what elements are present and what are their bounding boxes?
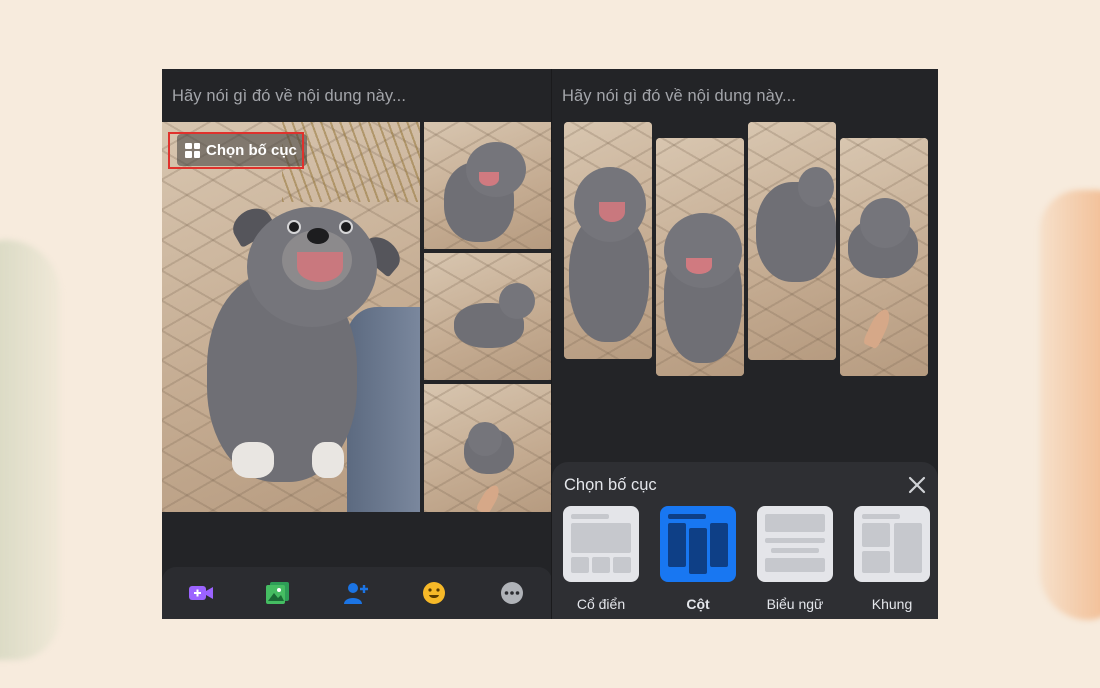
layout-option-frame[interactable]: Khung (854, 506, 930, 612)
option-label: Khung (871, 596, 913, 612)
emoji-icon[interactable] (421, 581, 447, 605)
column-photo-3[interactable] (748, 122, 836, 360)
column-photo-1[interactable] (564, 122, 652, 359)
dog-photo-3[interactable] (424, 253, 552, 380)
decorative-brush-right (1040, 190, 1100, 620)
banner-layout-icon (757, 506, 833, 582)
dog-photo-4[interactable] (424, 384, 552, 512)
caption-input[interactable]: Hãy nói gì đó về nội dung này... (562, 87, 796, 106)
highlight-annotation (168, 132, 304, 169)
decorative-brush-left (0, 240, 60, 660)
layout-option-columns[interactable]: Cột (660, 506, 736, 612)
classic-layout-icon (563, 506, 639, 582)
layout-option-banner[interactable]: Biểu ngữ (757, 506, 833, 612)
composer-toolbar (162, 567, 552, 619)
dog-photo-2[interactable] (424, 122, 552, 249)
frame-layout-icon (854, 506, 930, 582)
more-icon[interactable] (499, 581, 525, 605)
close-icon[interactable] (906, 474, 928, 496)
main-dog-photo[interactable] (162, 122, 420, 512)
option-label: Cổ điển (576, 596, 626, 612)
columns-layout-icon (660, 506, 736, 582)
column-photo-2[interactable] (656, 138, 744, 376)
option-label: Biểu ngữ (766, 596, 824, 612)
column-photo-4[interactable] (840, 138, 928, 376)
right-phone-screen: Hãy nói gì đó về nội dung này... Chọn bố… (551, 69, 938, 619)
option-label: Cột (686, 596, 710, 612)
sheet-title: Chọn bố cục (564, 476, 657, 494)
caption-input[interactable]: Hãy nói gì đó về nội dung này... (172, 87, 406, 106)
layout-sheet: Chọn bố cục Cổ điển Cột Biểu ngữ Khung (552, 462, 938, 619)
left-phone-screen: Hãy nói gì đó về nội dung này... Chọn bố… (162, 69, 552, 619)
tag-people-icon[interactable] (343, 581, 369, 605)
layout-option-classic[interactable]: Cổ điển (563, 506, 639, 612)
video-icon[interactable] (188, 581, 214, 605)
photo-icon[interactable] (265, 581, 291, 605)
